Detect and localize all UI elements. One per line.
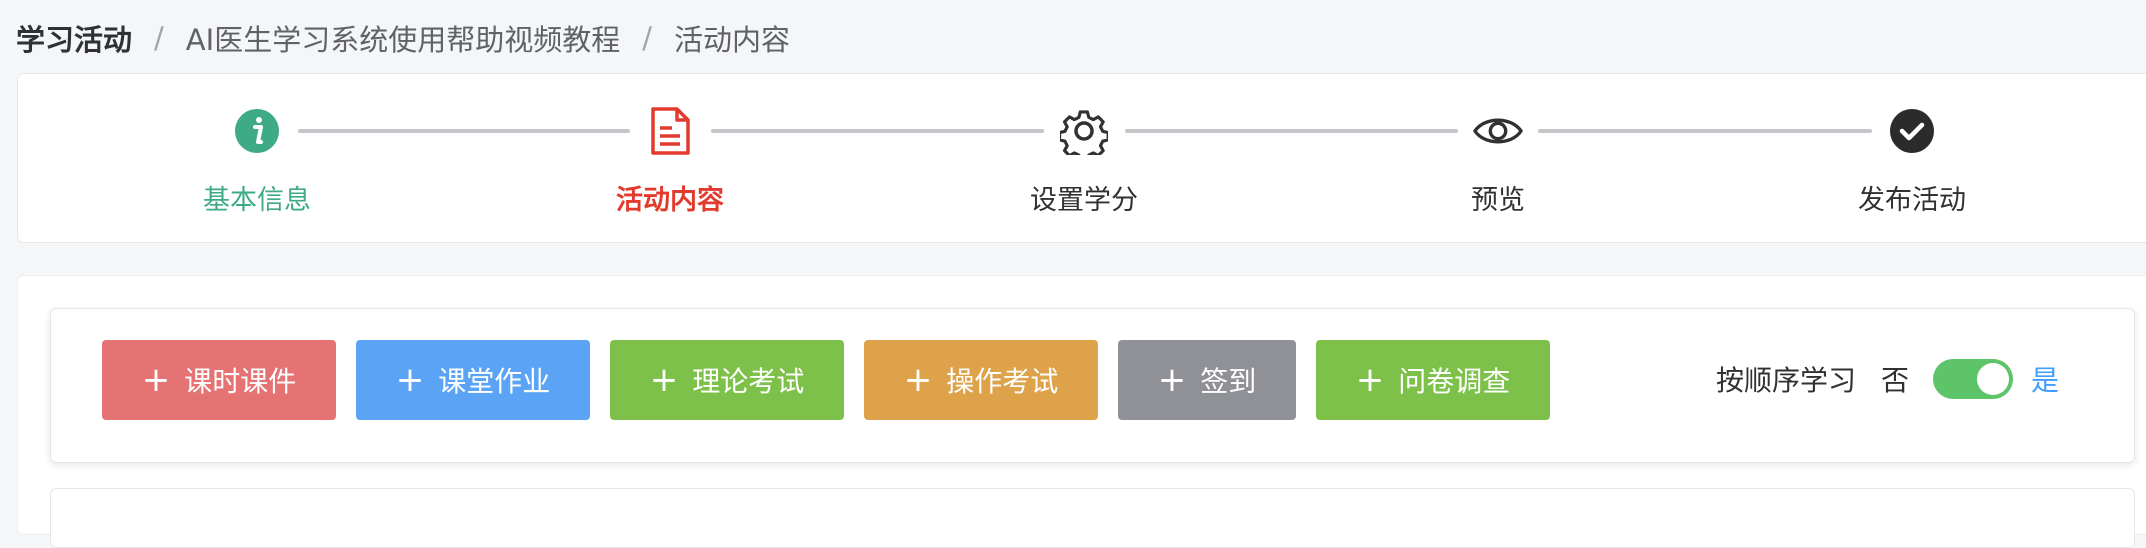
option-no-label: 否 [1881, 364, 1910, 397]
eye-icon [1473, 106, 1523, 156]
plus-icon: + [903, 360, 933, 400]
button-label: 签到 [1200, 365, 1257, 398]
plus-icon: + [649, 360, 679, 400]
breadcrumb-separator: / [642, 21, 652, 55]
step-publish[interactable]: 发布活动 [1812, 74, 2012, 244]
breadcrumb-root[interactable]: 学习活动 [16, 17, 132, 59]
gear-icon [1059, 106, 1109, 156]
button-label: 理论考试 [692, 365, 805, 398]
step-label: 基本信息 [203, 185, 311, 216]
button-label: 问卷调查 [1398, 365, 1511, 398]
plus-icon: + [395, 360, 425, 400]
add-sign-in-button[interactable]: + 签到 [1118, 340, 1296, 420]
step-label: 预览 [1471, 185, 1525, 216]
option-yes-label: 是 [2031, 364, 2060, 397]
button-label: 课堂作业 [438, 365, 551, 398]
plus-icon: + [1355, 360, 1385, 400]
step-label: 设置学分 [1030, 185, 1138, 216]
plus-icon: + [141, 360, 171, 400]
step-label: 活动内容 [616, 185, 724, 216]
step-basic-info[interactable]: 基本信息 [157, 74, 357, 244]
steps-card: 基本信息 活动内容 设置学分 预览 发布活动 [17, 73, 2146, 243]
sequential-learning-label: 按顺序学习 [1716, 364, 1857, 397]
breadcrumb-current: 活动内容 [673, 23, 790, 57]
step-set-credits[interactable]: 设置学分 [984, 74, 1184, 244]
button-label: 操作考试 [946, 365, 1059, 398]
breadcrumb: 学习活动 / AI医生学习系统使用帮助视频教程 / 活动内容 [16, 18, 790, 58]
step-label: 发布活动 [1858, 185, 1966, 216]
add-theory-exam-button[interactable]: + 理论考试 [610, 340, 844, 420]
add-activity-toolbar: + 课时课件 + 课堂作业 + 理论考试 + 操作考试 + 签到 + 问卷调查 … [50, 308, 2135, 463]
plus-icon: + [1157, 360, 1187, 400]
step-preview[interactable]: 预览 [1398, 74, 1598, 244]
breadcrumb-middle[interactable]: AI医生学习系统使用帮助视频教程 [186, 17, 620, 59]
add-homework-button[interactable]: + 课堂作业 [356, 340, 590, 420]
add-courseware-button[interactable]: + 课时课件 [102, 340, 336, 420]
breadcrumb-separator: / [154, 21, 164, 55]
button-label: 课时课件 [184, 365, 297, 398]
toggle-knob [1977, 363, 2009, 395]
add-practical-exam-button[interactable]: + 操作考试 [864, 340, 1098, 420]
check-circle-icon [1887, 106, 1937, 156]
document-icon [645, 106, 695, 156]
info-circle-icon [232, 106, 282, 156]
add-survey-button[interactable]: + 问卷调查 [1316, 340, 1550, 420]
content-card: + 课时课件 + 课堂作业 + 理论考试 + 操作考试 + 签到 + 问卷调查 … [17, 275, 2146, 548]
step-activity-content[interactable]: 活动内容 [570, 74, 770, 244]
activity-list-card [50, 488, 2135, 548]
sequential-learning-toggle[interactable] [1933, 359, 2013, 399]
